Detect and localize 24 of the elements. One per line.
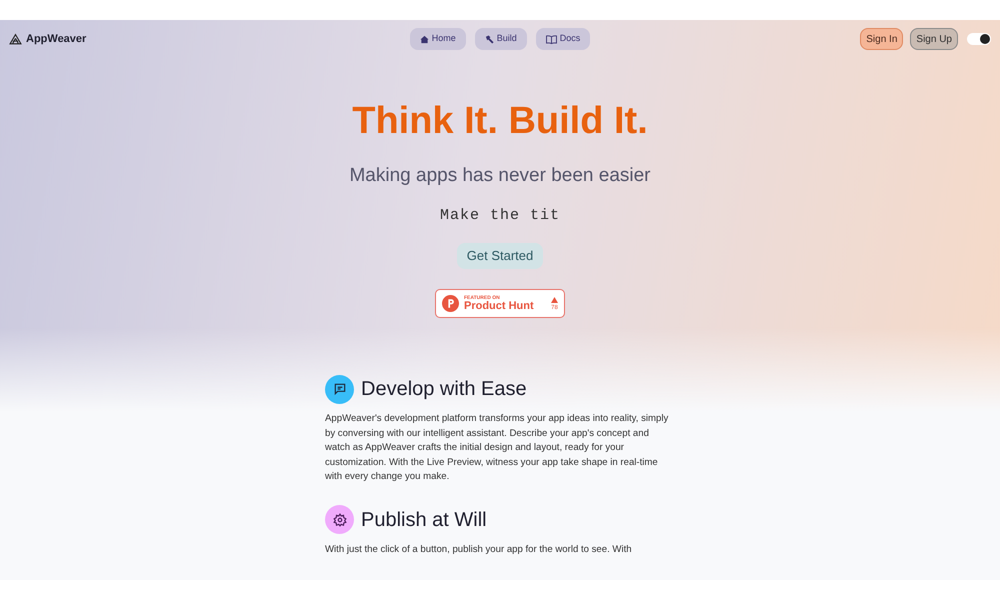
product-hunt-logo-icon: [442, 295, 459, 312]
book-icon: [546, 34, 557, 44]
upvote-icon: [551, 296, 558, 302]
nav-link[interactable]: Docs: [536, 28, 590, 50]
feature-title: Develop with Ease: [361, 377, 527, 402]
hammer-icon: [484, 34, 494, 44]
feature-description: With just the click of a button, publish your app for the world to see. With: [325, 542, 633, 557]
product-hunt-name: Product Hunt: [464, 300, 534, 312]
hero-subtitle: Making apps has never been easier: [349, 164, 651, 188]
nav-link[interactable]: Home: [410, 28, 466, 50]
logo-icon: [9, 32, 22, 46]
nav-link[interactable]: Build: [474, 28, 527, 50]
get-started-button[interactable]: Get Started: [456, 243, 544, 269]
sign-up-button[interactable]: Sign Up: [910, 28, 958, 50]
hero-title: Think It. Build It.: [352, 102, 648, 140]
chat-icon: [332, 382, 346, 396]
sign-in-button[interactable]: Sign In: [860, 28, 904, 50]
typing-text: Make the tit: [440, 206, 560, 226]
brand-name: AppWeaver: [26, 32, 86, 47]
gear-icon: [332, 512, 346, 527]
house-icon: [420, 34, 429, 44]
theme-toggle[interactable]: [966, 33, 991, 45]
feature-title: Publish at Will: [361, 508, 487, 533]
feature-description: AppWeaver's development platform transforms your app ideas into reality, simply by conversing with our intelligent assistant. Describe your app's concept and watch as AppWeaver crafts the initial design and layout, ready for your customization. With the Live Preview, witness your app take shape in real-time with every change you make.: [325, 412, 670, 484]
